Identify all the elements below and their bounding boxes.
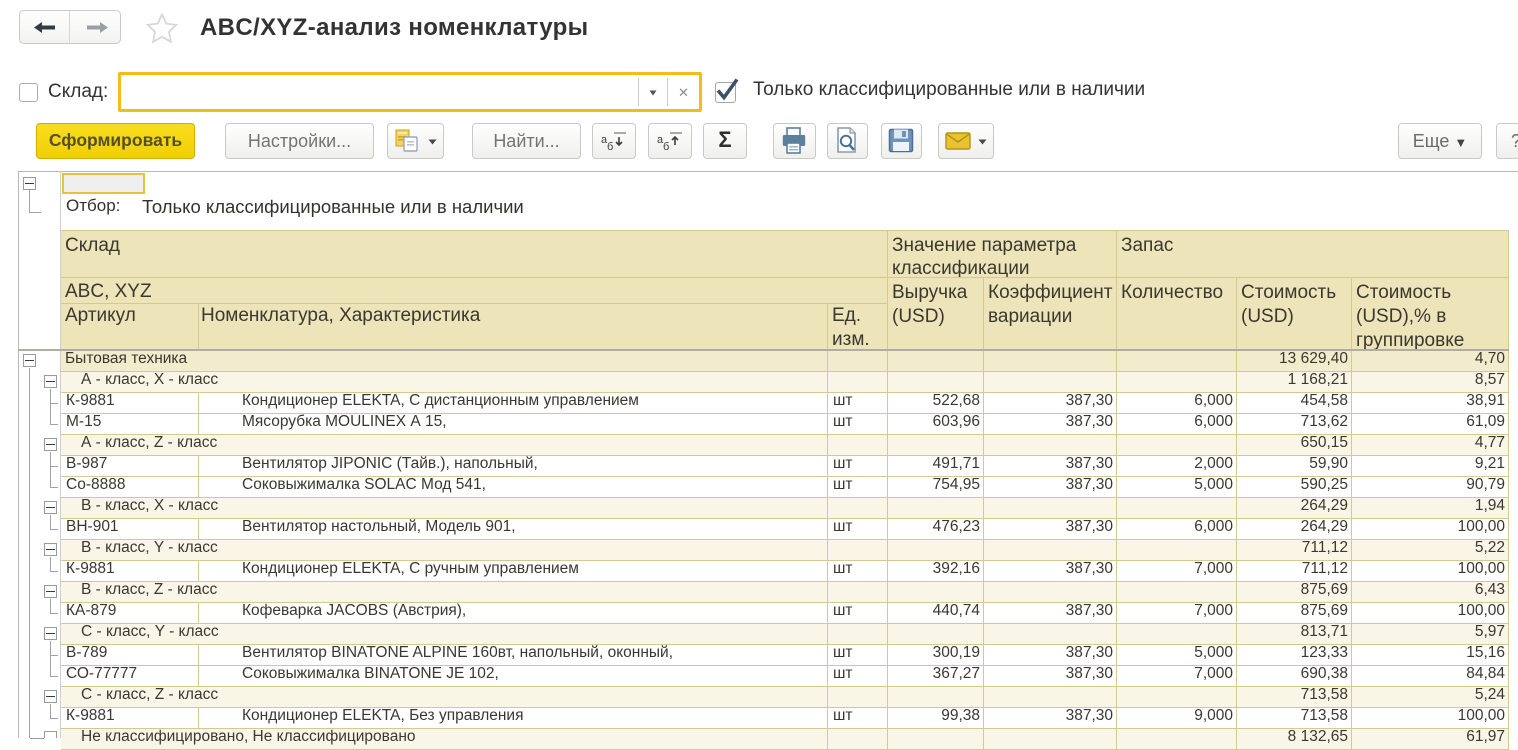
svg-text:б: б xyxy=(663,141,669,153)
svg-text:б: б xyxy=(607,141,613,153)
